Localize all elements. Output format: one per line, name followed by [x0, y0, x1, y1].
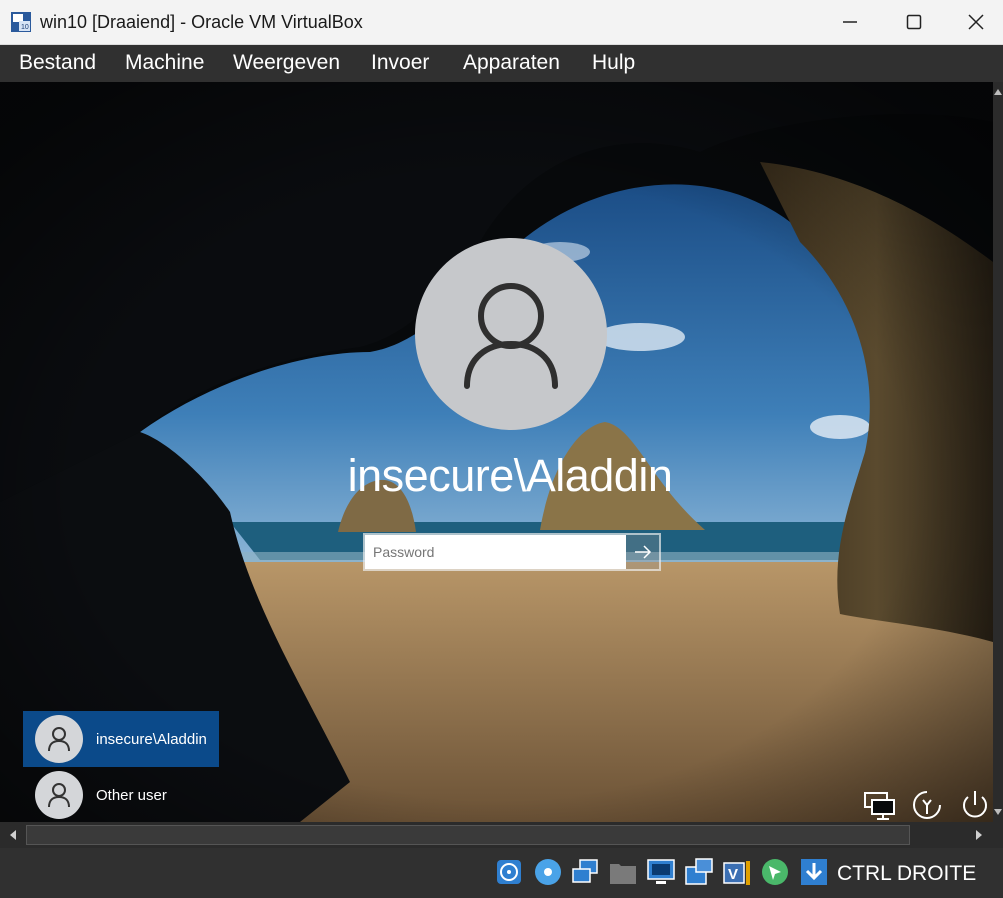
user-tile-other-user[interactable]: Other user: [23, 767, 219, 822]
svg-text:10: 10: [21, 24, 29, 31]
user-avatar-small: [35, 771, 83, 819]
scroll-right-icon: [976, 830, 982, 840]
host-key-label: CTRL DROITE: [837, 862, 977, 885]
menu-bar: Bestand Machine Weergeven Invoer Apparat…: [0, 45, 1003, 82]
arrow-right-icon: [634, 545, 651, 559]
window-title: win10 [Draaiend] - Oracle VM VirtualBox: [40, 12, 363, 32]
shared-folders-icon[interactable]: [608, 857, 638, 887]
display-icon[interactable]: [646, 857, 676, 887]
user-silhouette-icon: [48, 727, 70, 752]
maximize-button[interactable]: [884, 0, 944, 44]
network-icon[interactable]: [862, 788, 896, 822]
minimize-icon: [843, 21, 857, 23]
scroll-thumb[interactable]: [26, 825, 910, 845]
user-tile-label: insecure\Aladdin: [96, 730, 207, 748]
user-tile-label: Other user: [96, 786, 167, 804]
power-icon[interactable]: [958, 788, 992, 822]
vertical-scrollbar[interactable]: [993, 82, 1003, 822]
user-avatar: [415, 238, 607, 430]
status-bar: V CTRL DROITE: [0, 848, 1003, 898]
menu-bestand[interactable]: Bestand: [19, 51, 96, 75]
network-adapters-icon[interactable]: [570, 857, 600, 887]
svg-text:V: V: [728, 866, 738, 883]
scroll-right-button[interactable]: [966, 822, 992, 848]
download-icon[interactable]: [799, 857, 829, 887]
video-capture-icon[interactable]: [684, 857, 714, 887]
close-button[interactable]: [946, 0, 1003, 44]
password-input[interactable]: [365, 535, 626, 569]
minimize-button[interactable]: [820, 0, 880, 44]
submit-button[interactable]: [626, 535, 659, 569]
scroll-left-button[interactable]: [0, 822, 26, 848]
close-icon: [968, 14, 984, 30]
mouse-integration-icon[interactable]: [760, 857, 790, 887]
user-tile-aladdin[interactable]: insecure\Aladdin: [23, 711, 219, 767]
scroll-up-icon[interactable]: [993, 84, 1003, 100]
virtualization-icon[interactable]: V: [722, 857, 752, 887]
user-avatar-small: [35, 715, 83, 763]
menu-apparaten[interactable]: Apparaten: [463, 51, 560, 75]
horizontal-scrollbar[interactable]: [0, 822, 1003, 848]
vm-display[interactable]: insecure\Aladdin insecure\Aladdin Other …: [0, 82, 993, 822]
virtualbox-vm-icon: 10: [11, 12, 31, 32]
window-titlebar: 10 win10 [Draaiend] - Oracle VM VirtualB…: [0, 0, 1003, 45]
menu-weergeven[interactable]: Weergeven: [233, 51, 340, 75]
menu-machine[interactable]: Machine: [125, 51, 204, 75]
password-box: [363, 533, 661, 571]
login-username: insecure\Aladdin: [347, 450, 673, 501]
ease-of-access-icon[interactable]: [910, 788, 944, 822]
optical-drive-icon[interactable]: [533, 857, 563, 887]
scroll-down-icon[interactable]: [993, 804, 1003, 820]
scroll-left-icon: [10, 830, 16, 840]
user-silhouette-icon: [464, 283, 558, 389]
menu-invoer[interactable]: Invoer: [371, 51, 429, 75]
maximize-icon: [906, 14, 922, 30]
menu-hulp[interactable]: Hulp: [592, 51, 635, 75]
user-silhouette-icon: [48, 783, 70, 808]
hard-disk-icon[interactable]: [494, 857, 524, 887]
